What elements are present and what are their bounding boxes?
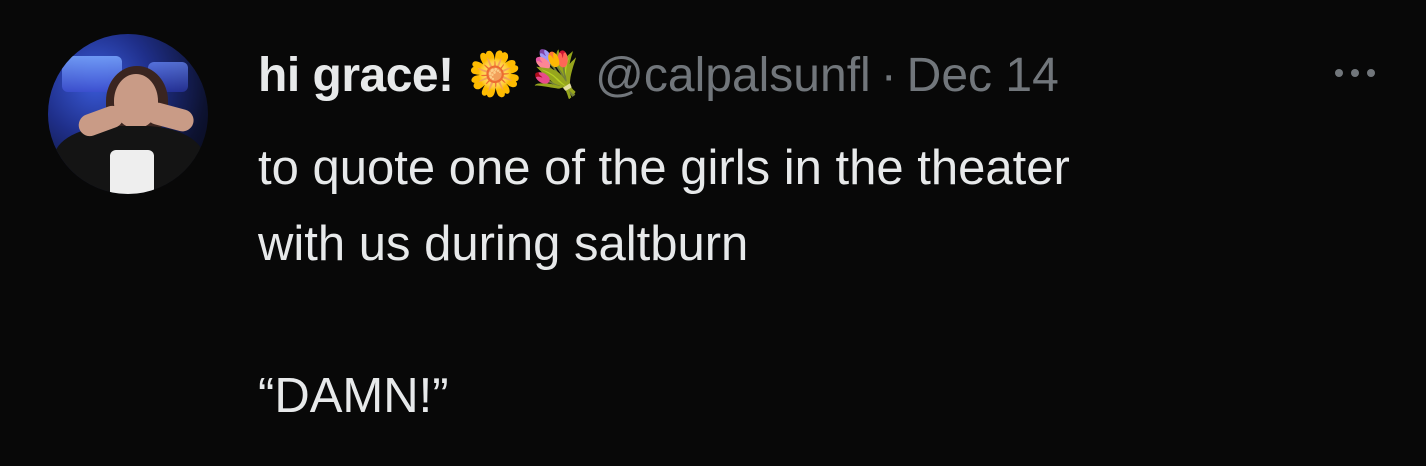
tweet[interactable]: hi grace! 🌼 💐 @calpalsunfl · Dec 14 to q… [0,0,1426,466]
display-name[interactable]: hi grace! [258,48,454,103]
tweet-text-line: “DAMN!” [258,369,449,423]
user-handle[interactable]: @calpalsunfl [595,48,871,103]
more-dot [1367,69,1375,77]
avatar-top [110,150,154,194]
tweet-header: hi grace! 🌼 💐 @calpalsunfl · Dec 14 [258,38,1059,112]
separator-dot: · [880,48,897,102]
tweet-text: to quote one of the girls in the theater… [258,130,1378,434]
tweet-text-line: with us during saltburn [258,217,749,271]
tweet-text-line: to quote one of the girls in the theater [258,141,1070,195]
avatar[interactable] [48,34,208,194]
bouquet-emoji: 💐 [528,50,584,99]
more-options-icon[interactable] [1320,48,1390,98]
more-dot [1351,69,1359,77]
blossom-emoji: 🌼 [467,50,523,99]
tweet-date[interactable]: Dec 14 [907,48,1059,103]
more-dot [1335,69,1343,77]
